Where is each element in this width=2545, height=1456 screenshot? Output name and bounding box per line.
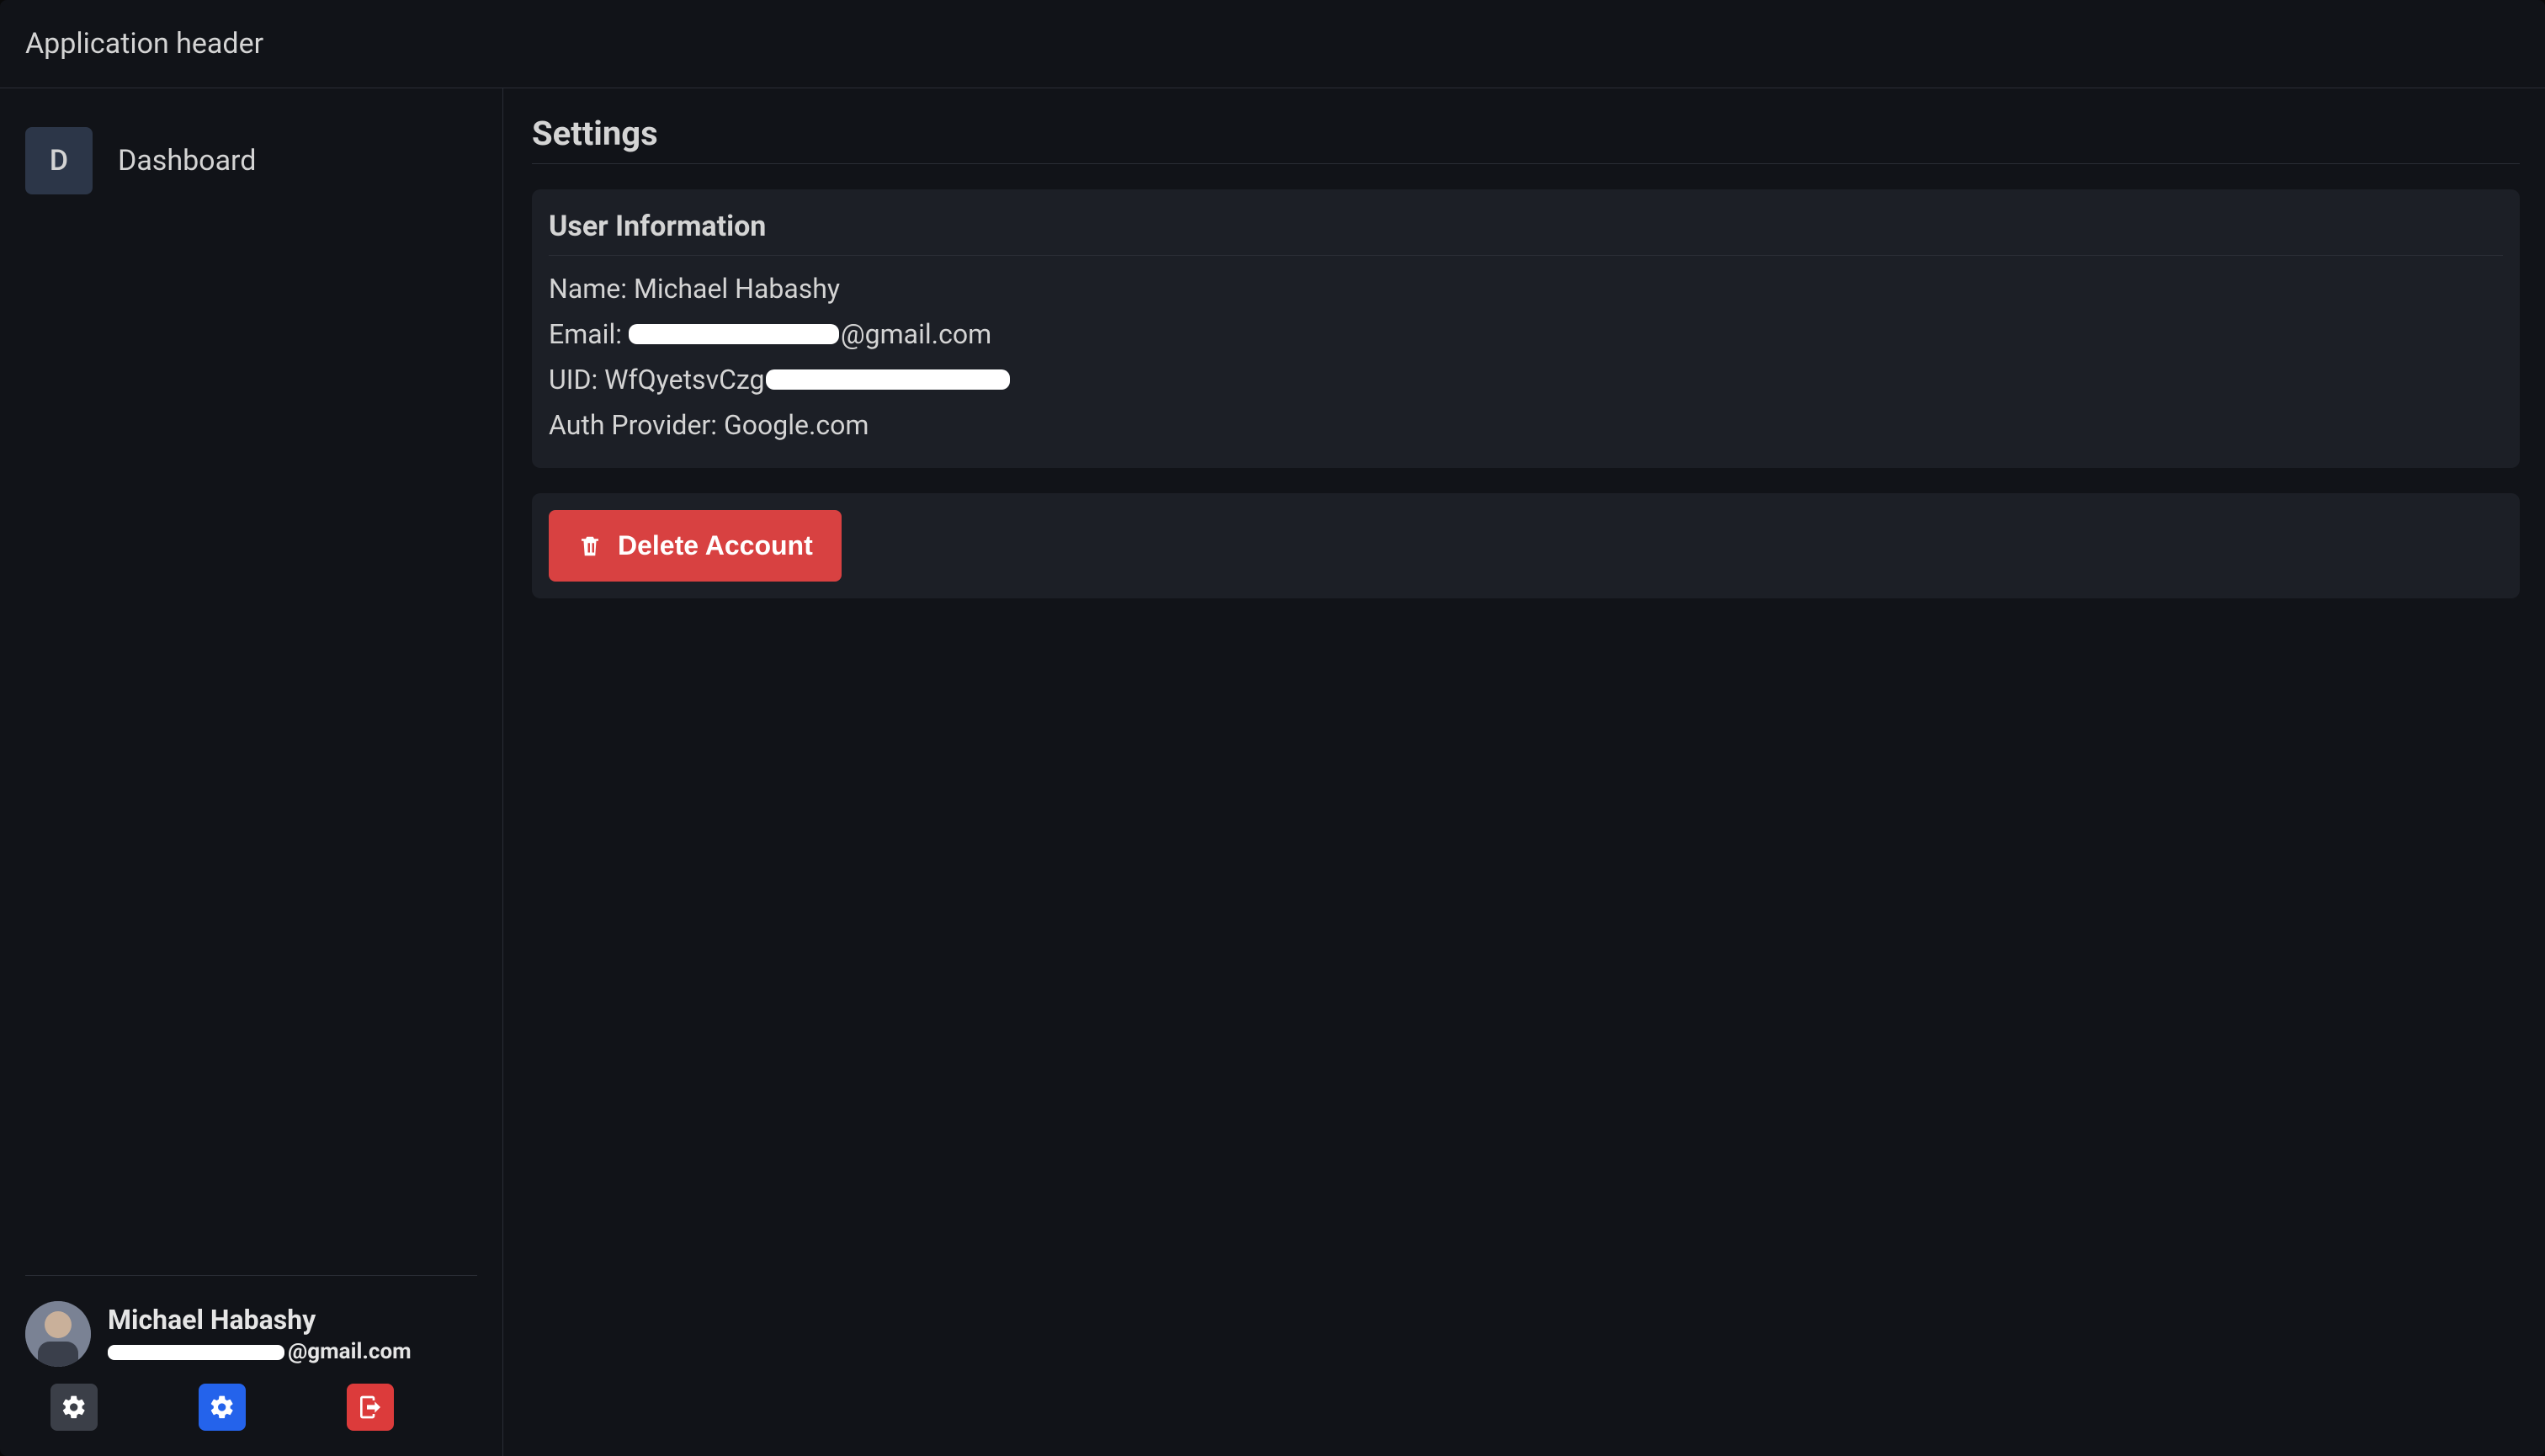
sidebar-user-meta: Michael Habashy @gmail.com (108, 1304, 412, 1364)
sidebar-user-name: Michael Habashy (108, 1304, 412, 1336)
user-info-uid-prefix: WfQyetsvCzg (604, 364, 764, 396)
delete-account-button[interactable]: Delete Account (549, 510, 842, 582)
redacted-segment (108, 1345, 284, 1360)
app-body: D Dashboard Michael Habashy (0, 88, 2545, 1456)
page-title: Settings (532, 114, 2520, 164)
sidebar-action-row (25, 1384, 477, 1439)
user-info-name-value: Michael Habashy (634, 273, 840, 305)
logout-icon (357, 1394, 384, 1421)
user-info-card: User Information Name: Michael Habashy E… (532, 189, 2520, 468)
sidebar-user-email: @gmail.com (108, 1339, 412, 1364)
user-info-name-row: Name: Michael Habashy (549, 266, 2503, 311)
sidebar-item-label: Dashboard (118, 144, 256, 178)
user-info-uid-row: UID: WfQyetsvCzg (549, 357, 2503, 402)
app-container: Application header D Dashboard (0, 0, 2545, 1456)
user-info-auth-value: Google.com (724, 409, 869, 441)
app-header: Application header (0, 0, 2545, 88)
gear-icon (61, 1394, 88, 1421)
delete-account-label: Delete Account (618, 530, 813, 561)
gear-icon (209, 1394, 236, 1421)
app-header-title: Application header (25, 27, 263, 61)
sidebar-nav: D Dashboard (25, 114, 477, 1275)
sidebar-footer: Michael Habashy @gmail.com (25, 1275, 477, 1439)
sidebar: D Dashboard Michael Habashy (0, 88, 503, 1456)
user-info-name-label: Name: (549, 273, 634, 305)
avatar-image-icon (25, 1301, 91, 1367)
user-info-card-title: User Information (549, 210, 2503, 256)
trash-icon (577, 534, 603, 559)
sidebar-user-email-suffix: @gmail.com (288, 1339, 412, 1364)
user-info-auth-row: Auth Provider: Google.com (549, 402, 2503, 448)
sidebar-item-badge: D (25, 127, 93, 194)
redacted-segment (766, 369, 1010, 390)
user-info-email-row: Email: @gmail.com (549, 311, 2503, 357)
preferences-button[interactable] (199, 1384, 246, 1431)
sidebar-user-row: Michael Habashy @gmail.com (25, 1301, 477, 1367)
user-info-auth-label: Auth Provider: (549, 409, 724, 441)
user-info-email-label: Email: (549, 318, 629, 350)
redacted-segment (629, 324, 839, 344)
user-info-email-suffix: @gmail.com (841, 318, 991, 350)
logout-button[interactable] (347, 1384, 394, 1431)
danger-zone-card: Delete Account (532, 493, 2520, 598)
sidebar-item-dashboard[interactable]: D Dashboard (25, 114, 477, 208)
main-content: Settings User Information Name: Michael … (503, 88, 2545, 1456)
user-info-uid-label: UID: (549, 364, 604, 396)
settings-button[interactable] (50, 1384, 98, 1431)
avatar (25, 1301, 91, 1367)
